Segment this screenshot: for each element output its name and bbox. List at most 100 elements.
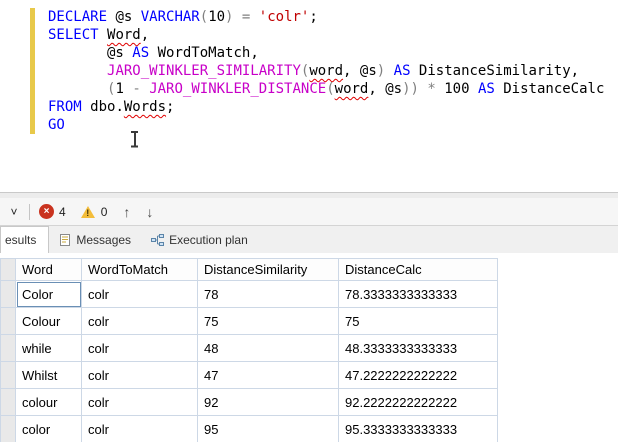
- code-token: ;: [166, 99, 175, 115]
- results-grid-pane: Word WordToMatch DistanceSimilarity Distanc…: [0, 253, 618, 442]
- code-token: @s: [48, 45, 133, 61]
- results-toolbar: ˅ × 4 ! 0 ↑ ↓: [0, 198, 618, 226]
- grid-cell[interactable]: colr: [81, 361, 198, 389]
- grid-cell[interactable]: 75: [338, 307, 498, 335]
- grid-cell[interactable]: 48.3333333333333: [338, 334, 498, 362]
- row-header[interactable]: [0, 307, 16, 335]
- code-token: 100: [444, 81, 478, 97]
- error-icon[interactable]: ×: [39, 204, 54, 219]
- grid-cell[interactable]: Color: [15, 280, 82, 308]
- results-table: Word WordToMatch DistanceSimilarity Distanc…: [0, 258, 498, 442]
- ssms-window: DECLARE @s VARCHAR(10) = 'colr'; SELECT W…: [0, 0, 618, 442]
- execution-plan-icon: [151, 233, 165, 246]
- code-line: FROM dbo.Words;: [48, 98, 604, 116]
- grid-cell[interactable]: 92: [197, 388, 339, 416]
- code-token: 1: [115, 81, 124, 97]
- row-header[interactable]: [0, 388, 16, 416]
- column-header[interactable]: DistanceCalc: [338, 258, 498, 281]
- code-lines: DECLARE @s VARCHAR(10) = 'colr'; SELECT W…: [48, 8, 604, 134]
- grid-cell[interactable]: colr: [81, 280, 198, 308]
- row-header[interactable]: [0, 280, 16, 308]
- code-token: *: [418, 81, 445, 97]
- error-count: 4: [59, 204, 66, 219]
- warning-count: 0: [100, 204, 108, 219]
- grid-cell[interactable]: 47.2222222222222: [338, 361, 498, 389]
- grid-cell[interactable]: Whilst: [15, 361, 82, 389]
- code-token: -: [123, 81, 150, 97]
- code-token: (: [199, 9, 209, 25]
- grid-cell[interactable]: 48: [197, 334, 339, 362]
- next-result-button[interactable]: ↓: [146, 204, 153, 220]
- grid-cell[interactable]: colr: [81, 388, 198, 416]
- table-row: while colr 48 48.3333333333333: [0, 334, 498, 362]
- grid-cell[interactable]: colr: [81, 415, 198, 442]
- text-cursor-icon: [130, 131, 139, 147]
- code-token: word: [309, 63, 344, 79]
- messages-icon: [59, 233, 71, 246]
- column-header[interactable]: DistanceSimilarity: [197, 258, 339, 281]
- grid-cell[interactable]: Colour: [15, 307, 82, 335]
- code-token: Words: [123, 99, 167, 115]
- grid-corner-cell[interactable]: [0, 258, 16, 281]
- grid-cell[interactable]: 92.2222222222222: [338, 388, 498, 416]
- code-token: )): [402, 81, 419, 97]
- code-token: 'colr': [258, 9, 310, 25]
- table-row: color colr 95 95.3333333333333: [0, 415, 498, 442]
- tab-execution-plan[interactable]: Execution plan: [141, 226, 258, 253]
- grid-cell[interactable]: 47: [197, 361, 339, 389]
- chevron-down-icon[interactable]: ˅: [6, 205, 22, 219]
- row-header[interactable]: [0, 415, 16, 442]
- grid-cell[interactable]: while: [15, 334, 82, 362]
- warning-icon[interactable]: !: [80, 205, 96, 219]
- code-line: DECLARE @s VARCHAR(10) = 'colr';: [48, 8, 604, 26]
- code-token: AS: [132, 45, 150, 61]
- grid-cell[interactable]: 75: [197, 307, 339, 335]
- code-token: DistanceSimilarity,: [410, 63, 580, 79]
- code-token: (: [326, 81, 335, 97]
- code-token: FROM: [48, 99, 91, 115]
- column-header[interactable]: Word: [15, 258, 82, 281]
- tab-messages-label: Messages: [76, 232, 132, 247]
- table-row: Whilst colr 47 47.2222222222222: [0, 361, 498, 389]
- code-token: VARCHAR: [140, 9, 200, 25]
- table-row: Color colr 78 78.3333333333333: [0, 280, 498, 308]
- grid-cell[interactable]: colour: [15, 388, 82, 416]
- code-token: ;: [309, 9, 318, 25]
- row-header[interactable]: [0, 361, 16, 389]
- code-token: GO: [48, 117, 65, 133]
- code-line: @s AS WordToMatch,: [48, 44, 604, 62]
- code-token: ,: [140, 27, 150, 43]
- code-line: SELECT Word,: [48, 26, 604, 44]
- grid-cell[interactable]: 95.3333333333333: [338, 415, 498, 442]
- previous-result-button[interactable]: ↑: [123, 204, 130, 220]
- sql-editor[interactable]: DECLARE @s VARCHAR(10) = 'colr'; SELECT W…: [0, 0, 618, 192]
- code-token: ,: [250, 45, 259, 61]
- code-token: JARO_WINKLER_SIMILARITY: [107, 63, 301, 79]
- code-token: , @s: [368, 81, 403, 97]
- code-token: word: [334, 81, 369, 97]
- grid-cell[interactable]: 95: [197, 415, 339, 442]
- column-header[interactable]: WordToMatch: [81, 258, 198, 281]
- table-row: Colour colr 75 75: [0, 307, 498, 335]
- tab-results[interactable]: esults: [0, 226, 50, 253]
- code-token: =: [233, 9, 259, 25]
- code-token: WordToMatch: [149, 45, 251, 61]
- grid-body: Color colr 78 78.3333333333333 Colour colr 75 7…: [0, 280, 498, 442]
- tab-messages[interactable]: Messages: [49, 226, 141, 253]
- tab-results-label: esults: [5, 233, 37, 247]
- row-header[interactable]: [0, 334, 16, 362]
- grid-cell[interactable]: colr: [81, 334, 198, 362]
- tab-execution-plan-label: Execution plan: [169, 232, 248, 247]
- grid-cell[interactable]: colr: [81, 307, 198, 335]
- grid-cell[interactable]: color: [15, 415, 82, 442]
- code-token: AS: [393, 63, 411, 79]
- grid-cell[interactable]: 78.3333333333333: [338, 280, 498, 308]
- code-token: SELECT: [48, 27, 108, 43]
- grid-cell[interactable]: 78: [197, 280, 339, 308]
- code-token: AS: [477, 81, 495, 97]
- code-line: JARO_WINKLER_SIMILARITY(word, @s) AS Dis…: [48, 62, 604, 80]
- code-token: Word: [107, 27, 141, 43]
